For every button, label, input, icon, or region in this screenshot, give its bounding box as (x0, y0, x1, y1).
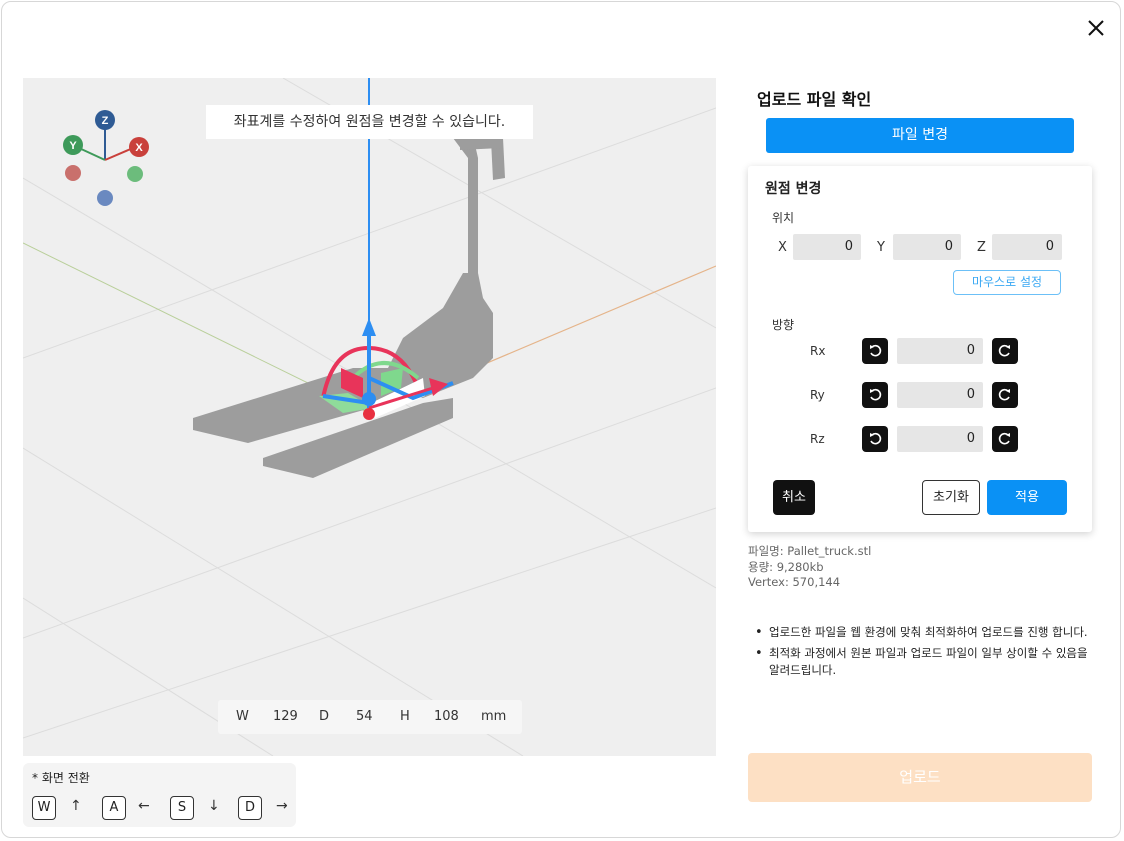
file-name: 파일명: Pallet_truck.stl (748, 544, 872, 558)
direction-label: 방향 (772, 318, 795, 332)
rx-rotate-cw-icon[interactable] (992, 338, 1018, 364)
viewport-hint: 좌표계를 수정하여 원점을 변경할 수 있습니다. (206, 105, 533, 139)
note-item: 업로드한 파일을 웹 환경에 맞춰 최적화하여 업로드를 진행 합니다. (753, 624, 1088, 641)
z-field[interactable]: 0 (992, 234, 1062, 260)
key-w[interactable]: W (32, 796, 56, 820)
x-label: X (778, 240, 787, 255)
view-switch-keys: * 화면 전환 W ↑ A ← S ↓ D → (23, 763, 296, 827)
y-label: Y (877, 240, 885, 255)
ry-rotate-cw-icon[interactable] (992, 382, 1018, 408)
set-by-mouse-button[interactable]: 마우스로 설정 (953, 270, 1061, 295)
arrow-down-icon: ↓ (208, 798, 220, 814)
gizmo-z-label: Z (102, 115, 109, 127)
change-file-button[interactable]: 파일 변경 (766, 118, 1074, 153)
gizmo-y-label: Y (69, 140, 77, 152)
ry-label: Ry (810, 388, 825, 402)
x-field[interactable]: 0 (793, 234, 861, 260)
gizmo-x-label: X (135, 142, 143, 154)
panel-title: 업로드 파일 확인 (757, 90, 872, 109)
height-label: H (400, 709, 410, 724)
origin-change-card: 원점 변경 위치 X 0 Y 0 Z 0 마우스로 설정 방향 Rx 0 Ry … (748, 166, 1092, 532)
rx-rotate-ccw-icon[interactable] (862, 338, 888, 364)
close-icon[interactable] (1082, 14, 1110, 42)
arrow-up-icon: ↑ (70, 798, 82, 814)
width-label: W (236, 709, 249, 724)
upload-notes: 업로드한 파일을 웹 환경에 맞춰 최적화하여 업로드를 진행 합니다. 최적화… (753, 624, 1088, 683)
key-d[interactable]: D (238, 796, 262, 820)
note-item: 최적화 과정에서 원본 파일과 업로드 파일이 일부 상이할 수 있음을 알려드… (753, 645, 1088, 679)
depth-label: D (319, 709, 330, 724)
width-value: 129 (273, 709, 298, 724)
3d-viewport[interactable]: Z Y X 좌표계를 수정하여 원점을 변경할 수 있습니다. W 129 D … (23, 78, 716, 756)
dimensions-bar: W 129 D 54 H 108 mm (218, 700, 522, 734)
depth-value: 54 (356, 709, 373, 724)
rx-label: Rx (810, 344, 826, 358)
rz-rotate-ccw-icon[interactable] (862, 426, 888, 452)
reset-button[interactable]: 초기화 (922, 480, 980, 515)
view-switch-title: * 화면 전환 (32, 771, 90, 785)
rx-field[interactable]: 0 (897, 338, 983, 364)
arrow-right-icon: → (276, 798, 288, 814)
rz-rotate-cw-icon[interactable] (992, 426, 1018, 452)
rz-label: Rz (810, 432, 825, 446)
upload-button[interactable]: 업로드 (748, 753, 1092, 802)
height-value: 108 (434, 709, 459, 724)
file-size: 용량: 9,280kb (748, 560, 824, 574)
y-field[interactable]: 0 (893, 234, 961, 260)
key-s[interactable]: S (170, 796, 194, 820)
apply-button[interactable]: 적용 (987, 480, 1067, 515)
ry-rotate-ccw-icon[interactable] (862, 382, 888, 408)
cancel-button[interactable]: 취소 (773, 480, 815, 515)
key-a[interactable]: A (102, 796, 126, 820)
origin-title: 원점 변경 (765, 181, 822, 197)
axis-orientation-gizmo: Z Y X (63, 110, 149, 206)
position-label: 위치 (772, 211, 795, 225)
unit-label: mm (481, 709, 507, 724)
ry-field[interactable]: 0 (897, 382, 983, 408)
file-vertex: Vertex: 570,144 (748, 575, 841, 589)
model-silhouette (193, 136, 505, 478)
rz-field[interactable]: 0 (897, 426, 983, 452)
z-label: Z (977, 240, 986, 255)
arrow-left-icon: ← (138, 798, 150, 814)
